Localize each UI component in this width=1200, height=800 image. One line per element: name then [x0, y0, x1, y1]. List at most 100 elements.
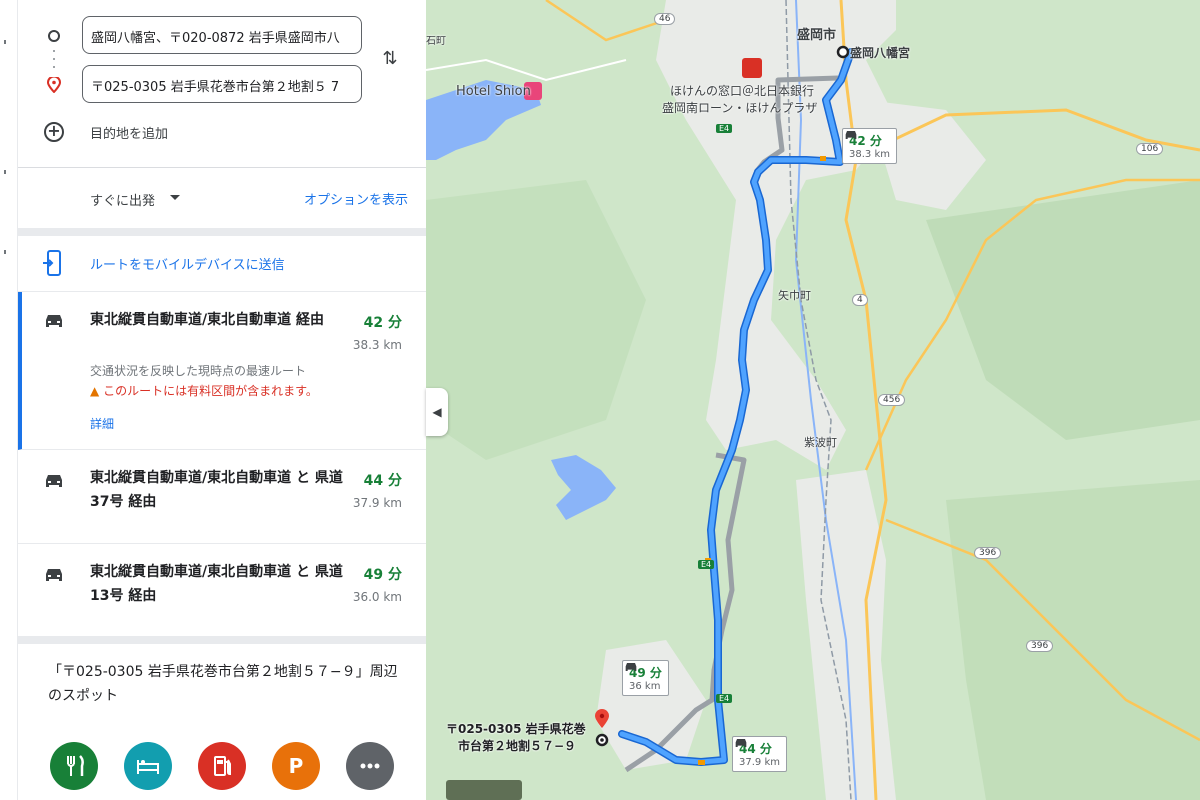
toll-warning: ▲ このルートには有料区間が含まれます。: [90, 382, 318, 399]
send-to-mobile-label[interactable]: ルートをモバイルデバイスに送信: [90, 254, 285, 273]
highway-badge: E4: [716, 124, 733, 133]
strip-marker: [4, 170, 6, 174]
route-duration: 42 分: [363, 315, 402, 331]
car-icon: [845, 131, 857, 139]
traffic-segment: [698, 760, 705, 765]
destination-input[interactable]: 〒025-0305 岩手県花巻市台第２地割５ 7: [82, 65, 362, 103]
depart-row: すぐに出発 オプションを表示: [18, 168, 426, 228]
route-details-link[interactable]: 詳細: [90, 415, 114, 432]
road-badge: 106: [1136, 143, 1164, 155]
route-option-1[interactable]: 東北縦貫自動車道/東北自動車道 経由 42 分 38.3 km 交通状況を反映し…: [18, 292, 426, 450]
strip-marker: [4, 250, 6, 254]
highway-badge: E4: [716, 694, 733, 703]
place-label: 石町: [426, 36, 446, 47]
destination-label[interactable]: 市台第２地割５７−９: [458, 737, 576, 754]
local-road: [426, 58, 627, 82]
hotel-button[interactable]: [124, 742, 172, 790]
car-icon: [625, 663, 637, 671]
add-destination-icon[interactable]: +: [44, 122, 64, 142]
add-destination-label[interactable]: 目的地を追加: [90, 123, 168, 142]
origin-marker[interactable]: [836, 45, 850, 59]
origin-label[interactable]: 盛岡八幡宮: [850, 44, 910, 61]
satellite-thumbnail[interactable]: [446, 780, 522, 800]
poi-label[interactable]: 盛岡南ローン・ほけんプラザ: [662, 99, 817, 116]
send-to-phone-icon: [43, 250, 61, 276]
road-badge: 46: [654, 13, 676, 25]
traffic-segment: [820, 156, 826, 161]
map-canvas[interactable]: 盛岡市 盛岡八幡宮 ほけんの窓口＠北日本銀行 盛岡南ローン・ほけんプラザ Hot…: [426, 0, 1200, 800]
car-icon: [46, 475, 62, 487]
destination-pin-center: [599, 713, 605, 719]
swap-icon[interactable]: ⇅: [380, 48, 400, 72]
route-duration: 49 分: [363, 567, 402, 583]
gas-station-button[interactable]: [198, 742, 246, 790]
more-categories-button[interactable]: [346, 742, 394, 790]
town-label[interactable]: 矢巾町: [778, 287, 811, 303]
route-time-bubble[interactable]: 49 分 36 km: [622, 660, 669, 696]
route-46: [545, 0, 667, 42]
chevron-down-icon[interactable]: [170, 195, 180, 200]
destination-label[interactable]: 〒025-0305 岩手県花巻: [446, 720, 586, 737]
route-distance: 37.9 km: [352, 496, 402, 510]
route-distance: 38.3 km: [352, 338, 402, 352]
destination-marker-dot: [600, 738, 604, 742]
divider: [18, 228, 426, 236]
warning-icon: ▲: [90, 384, 100, 398]
route-option-3[interactable]: 東北縦貫自動車道/東北自動車道 と 県道13号 経由 49 分 36.0 km: [18, 544, 426, 636]
city-label[interactable]: 盛岡市: [797, 24, 836, 43]
route-option-2[interactable]: 東北縦貫自動車道/東北自動車道 と 県道37号 経由 44 分 37.9 km: [18, 450, 426, 544]
poi-label[interactable]: ほけんの窓口＠北日本銀行: [670, 82, 814, 99]
car-icon: [46, 569, 62, 581]
route-search-card: 盛岡八幡宮、〒020-0872 岩手県盛岡市八 〒025-0305 岩手県花巻市…: [18, 0, 426, 168]
connector-dot: [53, 58, 55, 60]
poi-marker[interactable]: [742, 58, 762, 78]
depart-time-select[interactable]: すぐに出発: [90, 190, 155, 209]
bed-icon: [137, 760, 159, 774]
destination-pin-icon: [47, 77, 61, 93]
bubble-distance: 37.9 km: [739, 757, 780, 768]
forest-area: [926, 180, 1200, 440]
send-to-mobile-row[interactable]: ルートをモバイルデバイスに送信: [18, 236, 426, 292]
forest-area: [946, 480, 1200, 800]
fork-knife-icon: [67, 755, 84, 776]
route-name: 東北縦貫自動車道/東北自動車道 経由: [90, 312, 324, 328]
collapse-panel-button[interactable]: ◀: [426, 388, 448, 436]
divider: [18, 636, 426, 644]
route-time-bubble[interactable]: 44 分 37.9 km: [732, 736, 787, 772]
more-icon: [360, 763, 380, 769]
parking-button[interactable]: P: [272, 742, 320, 790]
strip-marker: [4, 40, 6, 44]
show-options-link[interactable]: オプションを表示: [304, 189, 408, 208]
lake: [551, 455, 616, 520]
road-badge: 396: [1026, 640, 1054, 652]
route-time-bubble[interactable]: 42 分 38.3 km: [842, 128, 897, 164]
road-badge: 396: [974, 547, 1002, 559]
road-badge: 4: [852, 294, 868, 306]
forest-area: [426, 180, 646, 460]
toll-warning-text: このルートには有料区間が含まれます。: [103, 384, 318, 398]
urban-area: [656, 0, 896, 470]
car-icon: [46, 315, 62, 327]
route-distance: 36.0 km: [352, 590, 402, 604]
town-label[interactable]: 紫波町: [804, 434, 837, 450]
highway-badge: E4: [698, 560, 715, 569]
parking-icon: P: [288, 754, 304, 778]
route-duration: 44 分: [363, 473, 402, 489]
route-name: 東北縦貫自動車道/東北自動車道 と 県道13号 経由: [90, 564, 343, 604]
directions-panel: 盛岡八幡宮、〒020-0872 岩手県盛岡市八 〒025-0305 岩手県花巻市…: [18, 0, 426, 800]
road-badge: 456: [878, 394, 906, 406]
nearby-spots-title: 「〒025-0305 岩手県花巻市台第２地割５７−９」周辺のスポット: [48, 664, 398, 704]
bubble-distance: 36 km: [629, 681, 661, 692]
bubble-distance: 38.3 km: [849, 149, 890, 160]
edge-strip: [0, 0, 18, 800]
gas-pump-icon: [214, 756, 231, 776]
connector-dot: [53, 50, 55, 52]
connector-dot: [53, 66, 55, 68]
origin-input[interactable]: 盛岡八幡宮、〒020-0872 岩手県盛岡市八: [82, 16, 362, 54]
hotel-label[interactable]: Hotel Shion: [456, 84, 531, 99]
restaurant-button[interactable]: [50, 742, 98, 790]
route-name: 東北縦貫自動車道/東北自動車道 と 県道37号 経由: [90, 470, 343, 510]
chevron-left-icon: ◀: [432, 405, 442, 419]
origin-circle-icon: [48, 30, 60, 42]
map-graphics: [426, 0, 1200, 800]
